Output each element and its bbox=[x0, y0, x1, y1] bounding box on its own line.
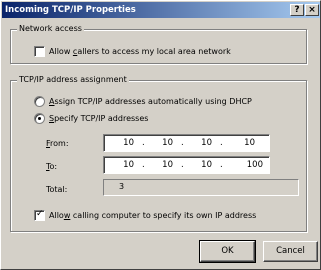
radio-selected-dot bbox=[38, 117, 41, 120]
octet-separator: . bbox=[142, 160, 145, 170]
to-octet-3[interactable]: 10 bbox=[192, 159, 212, 171]
total-label: Total: bbox=[46, 185, 68, 194]
octet-separator: . bbox=[220, 138, 223, 148]
from-octet-1[interactable]: 10 bbox=[114, 137, 134, 149]
from-label: From: bbox=[46, 139, 69, 148]
to-octet-1[interactable]: 10 bbox=[114, 159, 134, 171]
total-field: 3 bbox=[103, 179, 299, 196]
allow-own-ip-label[interactable]: Allow calling computer to specify its ow… bbox=[49, 210, 256, 221]
specify-radio[interactable] bbox=[34, 113, 45, 124]
from-octet-3[interactable]: 10 bbox=[192, 137, 212, 149]
octet-separator: . bbox=[181, 160, 184, 170]
close-button[interactable]: × bbox=[305, 4, 319, 16]
allow-callers-label[interactable]: Allow callers to access my local area ne… bbox=[49, 46, 231, 57]
title-bar[interactable]: Incoming TCP/IP Properties ? × bbox=[2, 2, 320, 18]
checkmark-icon: ✓ bbox=[36, 209, 44, 219]
from-octet-2[interactable]: 10 bbox=[153, 137, 173, 149]
from-octet-4[interactable]: 10 bbox=[235, 137, 255, 149]
to-octet-2[interactable]: 10 bbox=[153, 159, 173, 171]
tcpip-assignment-legend: TCP/IP address assignment bbox=[17, 75, 129, 85]
from-ip-field[interactable]: 10 . 10 . 10 . 10 bbox=[103, 134, 270, 152]
ok-button[interactable]: OK bbox=[199, 240, 256, 263]
to-ip-field[interactable]: 10 . 10 . 10 . 100 bbox=[103, 156, 270, 174]
allow-callers-checkbox[interactable] bbox=[34, 46, 45, 57]
total-value: 3 bbox=[119, 182, 125, 191]
octet-separator: . bbox=[181, 138, 184, 148]
dhcp-radio[interactable] bbox=[34, 96, 45, 107]
dhcp-radio-label[interactable]: Assign TCP/IP addresses automatically us… bbox=[49, 96, 252, 107]
tcpip-properties-dialog: Incoming TCP/IP Properties ? × Network a… bbox=[0, 0, 321, 270]
to-label: To: bbox=[46, 162, 58, 171]
octet-separator: . bbox=[142, 138, 145, 148]
window-title: Incoming TCP/IP Properties bbox=[5, 5, 136, 15]
allow-own-ip-checkbox[interactable]: ✓ bbox=[34, 209, 45, 221]
cancel-button[interactable]: Cancel bbox=[263, 241, 318, 262]
to-octet-4[interactable]: 100 bbox=[239, 159, 263, 171]
specify-radio-label[interactable]: Specify TCP/IP addresses bbox=[49, 113, 148, 124]
help-button[interactable]: ? bbox=[290, 4, 304, 16]
network-access-legend: Network access bbox=[17, 24, 84, 34]
octet-separator: . bbox=[220, 160, 223, 170]
